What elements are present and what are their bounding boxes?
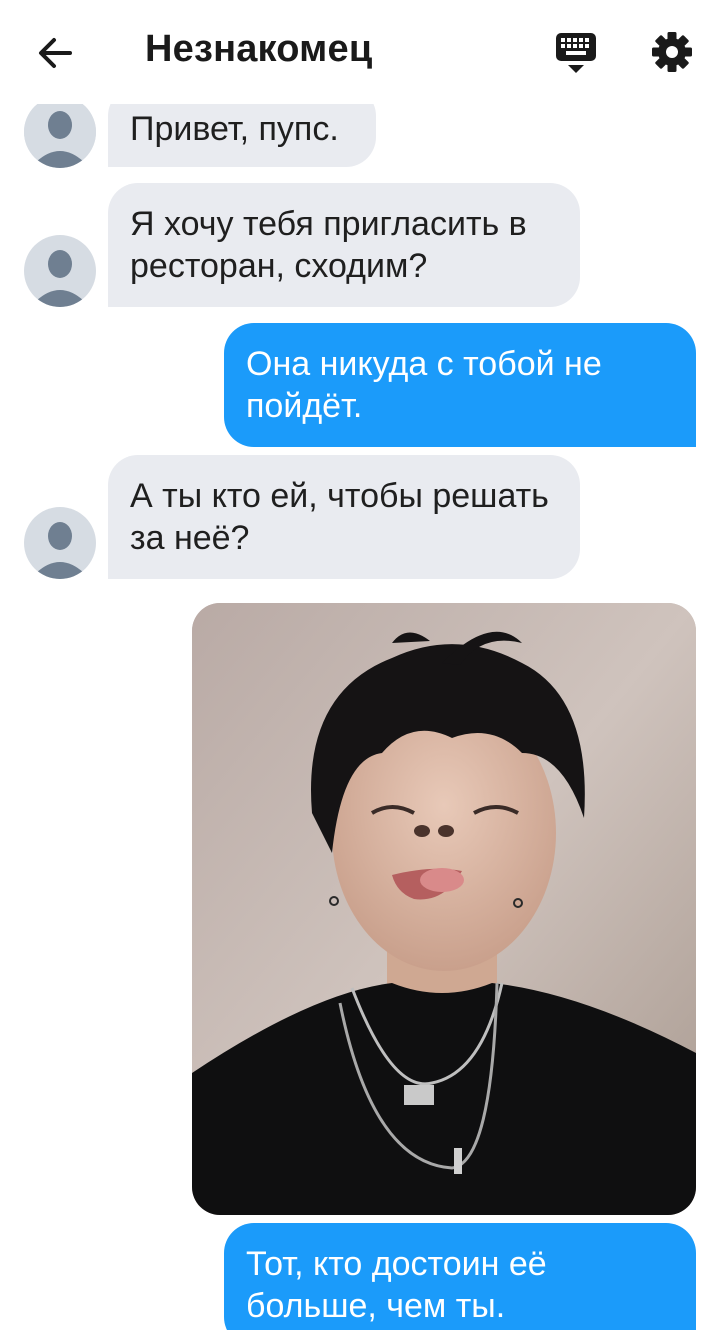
arrow-left-icon: [39, 38, 72, 68]
keyboard-button[interactable]: [552, 30, 600, 76]
contact-avatar[interactable]: [24, 96, 96, 168]
chat-header: Незнакомец: [0, 0, 720, 104]
user-icon: [36, 250, 84, 307]
message-bubble-outgoing[interactable]: Она никуда с тобой не пойдёт.: [224, 323, 696, 447]
message-text: Я хочу тебя пригласить в ресторан, сходи…: [130, 205, 527, 285]
portrait-photo: [192, 603, 696, 1215]
photo-message[interactable]: [192, 603, 696, 1215]
message-text: А ты кто ей, чтобы решать за неё?: [130, 477, 549, 557]
contact-name: Незнакомец: [145, 28, 373, 70]
keyboard-icon: [556, 33, 596, 73]
user-icon: [36, 522, 84, 579]
chat-screen: Незнакомец Привет, пупс. Я хочу тебя при…: [0, 0, 720, 1330]
contact-avatar[interactable]: [24, 235, 96, 307]
message-text: Она никуда с тобой не пойдёт.: [246, 345, 602, 425]
back-button[interactable]: [30, 28, 80, 78]
user-icon: [24, 96, 96, 168]
message-bubble-outgoing[interactable]: Тот, кто достоин её больше, чем ты.: [224, 1223, 696, 1330]
message-bubble-incoming[interactable]: А ты кто ей, чтобы решать за неё?: [108, 455, 580, 579]
settings-button[interactable]: [648, 28, 696, 76]
contact-avatar[interactable]: [24, 507, 96, 579]
gear-icon: [652, 32, 692, 72]
message-text: Тот, кто достоин её больше, чем ты.: [246, 1245, 547, 1325]
message-bubble-incoming[interactable]: Я хочу тебя пригласить в ресторан, сходи…: [108, 183, 580, 307]
message-text: Привет, пупс.: [130, 110, 339, 148]
